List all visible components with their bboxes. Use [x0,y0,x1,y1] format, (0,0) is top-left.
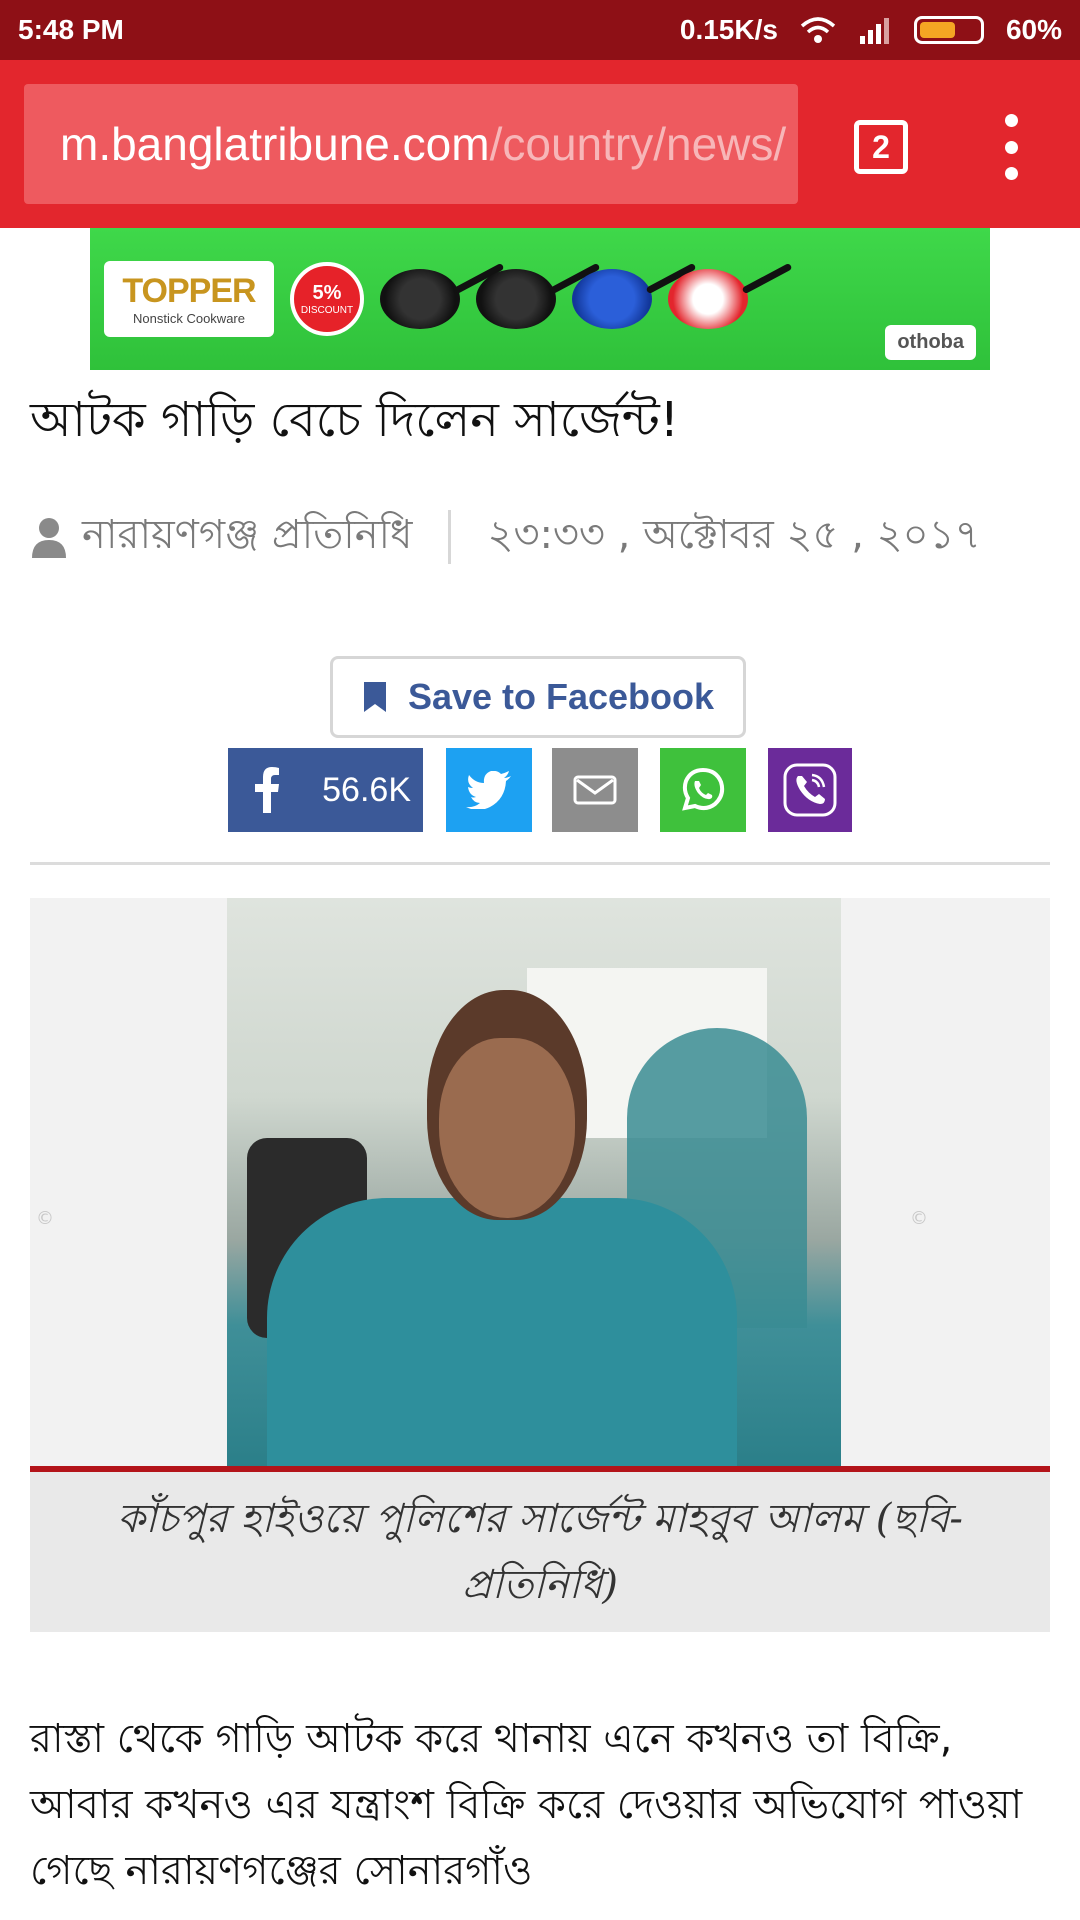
battery-fill [919,22,955,38]
ad-discount-label: DISCOUNT [300,305,354,316]
photo-caption: কাঁচপুর হাইওয়ে পুলিশের সার্জেন্ট মাহবুব… [30,1472,1050,1632]
status-indicators: 0.15K/s 60% [680,14,1062,46]
ad-logo: TOPPER Nonstick Cookware [104,261,274,337]
signal-icon [859,18,889,44]
ad-discount-badge: 5% DISCOUNT [290,262,364,336]
facebook-share-count: 56.6K [322,770,411,809]
whatsapp-icon [682,767,725,811]
ad-discount-value: 5% [312,282,342,304]
article-body: রাস্তা থেকে গাড়ি আটক করে থানায় এনে কখন… [30,1716,1023,1894]
save-to-facebook-button[interactable]: Save to Facebook [330,656,746,738]
ad-partner-logo: othoba [885,325,976,360]
user-icon [32,518,66,558]
article-datetime: ২৩:৩৩ , অক্টোবর ২৫ , ২০১৭ [487,512,981,558]
email-icon [573,775,617,805]
photo-face [439,1038,575,1218]
article-headline: আটক গাড়ি বেচে দিলেন সার্জেন্ট! [30,392,680,448]
facebook-share-button[interactable]: 56.6K [228,748,423,832]
network-speed: 0.15K/s [679,14,778,45]
viber-icon [783,763,837,817]
pan-image [476,269,556,329]
battery-icon [913,16,984,44]
status-bar: 5:48 PM 0.15K/s 60% [0,0,1080,60]
photo-watermark: © [36,1208,54,1229]
byline-divider [448,510,452,564]
bookmark-icon [363,682,386,712]
article-byline: নারায়ণগঞ্জ প্রতিনিধি ২৩:৩৩ , অক্টোবর ২৫ … [30,490,1060,580]
twitter-share-button[interactable] [446,748,532,832]
divider [30,862,1050,865]
twitter-icon [466,771,511,809]
photo-scene [227,898,841,1468]
whatsapp-share-button[interactable] [660,748,746,832]
address-bar[interactable]: m.banglatribune.com/country/news/ [24,84,798,204]
pan-image [668,269,748,329]
ad-banner[interactable]: TOPPER Nonstick Cookware 5% DISCOUNT oth… [90,228,990,370]
battery-percent: 60% [1005,14,1062,45]
ad-tagline: Nonstick Cookware [133,311,245,326]
photo-uniform [267,1198,737,1468]
email-share-button[interactable] [552,748,638,832]
tab-switcher-button[interactable]: 2 [854,120,908,174]
pan-image [380,269,460,329]
save-to-facebook-label: Save to Facebook [407,676,715,717]
browser-toolbar: m.banglatribune.com/country/news/ 2 [0,60,1080,228]
article-photo[interactable]: © © [30,898,1050,1472]
wifi-icon [800,17,836,43]
more-vert-icon[interactable] [996,114,1026,180]
facebook-icon [255,767,279,813]
pan-image [572,269,652,329]
url-host: m.banglatribune.com [60,118,490,170]
status-time: 5:48 PM [18,14,124,45]
url-path: /country/news/ [489,118,787,170]
article-author: নারায়ণগঞ্জ প্রতিনিধি [82,512,413,558]
ad-brand: TOPPER [122,272,256,310]
viber-share-button[interactable] [768,748,852,832]
photo-watermark: © [910,1208,928,1229]
